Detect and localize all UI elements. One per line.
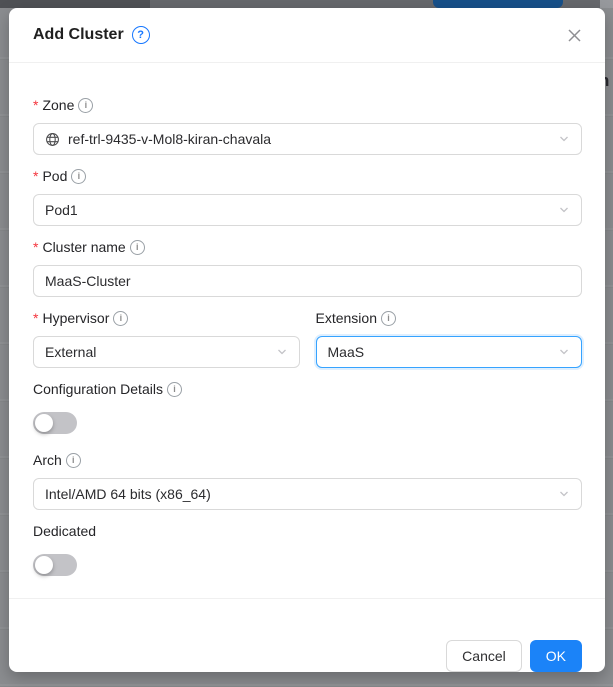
caret-down-icon: ⌄ [532,0,543,3]
modal-body: * Zone i ref-trl-9435-v-Mol8-kiran-chava… [9,63,605,598]
hypervisor-select[interactable]: External [33,336,300,368]
info-icon[interactable]: i [167,382,182,397]
field-zone: * Zone i ref-trl-9435-v-Mol8-kiran-chava… [33,95,582,155]
modal-header: Add Cluster ? [9,8,605,63]
dedicated-toggle[interactable] [33,554,77,576]
arch-label: Arch i [33,450,582,470]
arch-select[interactable]: Intel/AMD 64 bits (x86_64) [33,478,582,510]
info-icon[interactable]: i [381,311,396,326]
pod-select[interactable]: Pod1 [33,194,582,226]
add-cluster-button[interactable]: Add Cluster ⌄ [433,0,563,8]
chevron-down-icon [558,133,570,145]
modal-footer: Cancel OK [9,598,605,672]
required-marker: * [33,166,38,186]
info-icon[interactable]: i [78,98,93,113]
hypervisor-label: * Hypervisor i [33,308,300,328]
close-button[interactable] [563,24,585,46]
add-cluster-modal: Add Cluster ? * Zone i [9,8,605,672]
configuration-details-label-text: Configuration Details [33,379,163,399]
zone-label-text: Zone [42,95,74,115]
required-marker: * [33,237,38,257]
chevron-down-icon [558,204,570,216]
field-dedicated: Dedicated [33,521,582,581]
hypervisor-label-text: Hypervisor [42,308,109,328]
info-icon[interactable]: i [130,240,145,255]
toggle-knob [35,414,53,432]
pod-label: * Pod i [33,166,582,186]
required-marker: * [33,308,38,328]
chevron-down-icon [276,346,288,358]
dedicated-label-text: Dedicated [33,521,96,541]
field-configuration-details: Configuration Details i [33,379,582,439]
zone-select[interactable]: ref-trl-9435-v-Mol8-kiran-chavala [33,123,582,155]
cluster-name-label-text: Cluster name [42,237,125,257]
info-icon[interactable]: i [71,169,86,184]
chevron-down-icon [558,488,570,500]
pod-label-text: Pod [42,166,67,186]
add-cluster-button-label: Add Cluster [453,0,527,3]
cluster-name-input[interactable] [33,265,582,297]
configuration-details-toggle[interactable] [33,412,77,434]
close-icon [567,28,582,43]
arch-select-value: Intel/AMD 64 bits (x86_64) [45,486,211,502]
dedicated-label: Dedicated [33,521,582,541]
question-circle-icon[interactable]: ? [132,26,150,44]
field-extension: Extension i MaaS [316,308,583,368]
toggle-knob [35,556,53,574]
cancel-button[interactable]: Cancel [446,640,522,672]
field-arch: Arch i Intel/AMD 64 bits (x86_64) [33,450,582,510]
required-marker: * [33,95,38,115]
field-cluster-name: * Cluster name i [33,237,582,297]
zone-select-value: ref-trl-9435-v-Mol8-kiran-chavala [68,131,271,147]
zone-label: * Zone i [33,95,582,115]
chevron-down-icon [558,346,570,358]
hypervisor-extension-row: * Hypervisor i External Extension i [33,308,582,368]
info-icon[interactable]: i [113,311,128,326]
configuration-details-label: Configuration Details i [33,379,582,399]
arch-label-text: Arch [33,450,62,470]
extension-label: Extension i [316,308,583,328]
cluster-name-label: * Cluster name i [33,237,582,257]
background-corner-widget [600,0,613,8]
field-pod: * Pod i Pod1 [33,166,582,226]
extension-select-value: MaaS [328,344,365,360]
extension-label-text: Extension [316,308,377,328]
hypervisor-select-value: External [45,344,96,360]
globe-icon [45,132,60,147]
modal-title: Add Cluster [33,24,124,46]
extension-select[interactable]: MaaS [316,336,583,368]
field-hypervisor: * Hypervisor i External [33,308,300,368]
ok-button[interactable]: OK [530,640,582,672]
pod-select-value: Pod1 [45,202,78,218]
info-icon[interactable]: i [66,453,81,468]
